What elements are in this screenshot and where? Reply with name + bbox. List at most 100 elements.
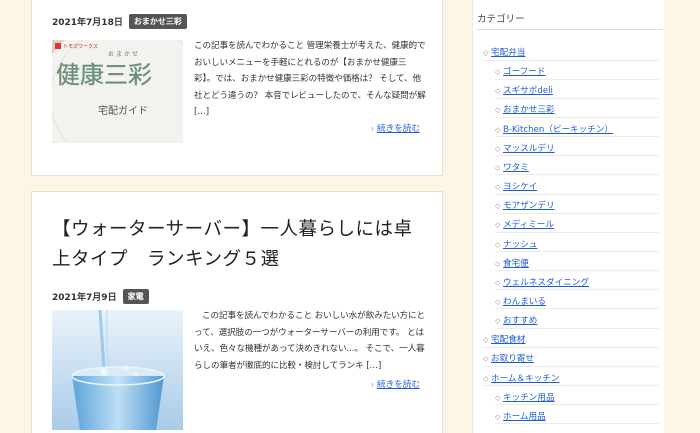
category-tag-icon: ◇ [495,87,501,96]
sidebar-category-label[interactable]: わんまいる [503,297,546,307]
category-divider [495,289,659,291]
category-tag-icon: ◇ [495,183,501,192]
sidebar-category-label[interactable]: おすすめ [503,316,537,326]
brand-text: トモズワークス [63,43,98,50]
sidebar-category-item[interactable]: ◇ B-Kitchen（ビーキッチン） [495,123,613,135]
sidebar-category-label[interactable]: ホーム＆キッチン [491,374,560,384]
sidebar-heading: カテゴリー [477,14,525,25]
category-divider [495,251,659,252]
sidebar-category-label[interactable]: 宅配弁当 [491,48,525,58]
category-divider [495,308,659,310]
post-meta: 2021年7月18日 おまかせ三彩 [52,14,187,29]
sidebar-category-label[interactable]: 宅配食材 [491,335,525,345]
sidebar-category-label[interactable]: モアザンデリ [503,201,555,211]
brand-sub-text: 宅配ガイド [98,104,148,117]
sidebar-category-item[interactable]: ◇ 宅配弁当 [483,46,525,58]
sidebar-category-label[interactable]: ワタミ [503,163,529,173]
category-tag-icon: ◇ [495,259,501,268]
category-tag-icon: ◇ [495,221,501,230]
sidebar-category-item[interactable]: ◇ マッスルデリ [495,142,555,154]
chevron-right-icon: › [370,380,375,389]
brand-small-text: おまかせ [108,51,140,58]
category-divider [483,346,659,348]
sidebar-category-item[interactable]: ◇ モアザンデリ [495,199,555,211]
sidebar-category-label[interactable]: メディミール [503,220,554,230]
sidebar-category-label[interactable]: マッスルデリ [503,144,555,154]
sidebar-category-item[interactable]: ◇ お取り寄せ [483,352,534,364]
post-excerpt: この記事を読んでわかること おいしい水が飲みたい方にとって、選択肢の一つがウォー… [194,311,426,371]
post-thumbnail[interactable]: トモズワークス おまかせ 健康三彩 宅配ガイド [52,40,183,143]
sidebar-category-label[interactable]: 食宅便 [503,259,529,269]
sidebar-category-item[interactable]: ◇ ナッシュ [495,238,537,250]
category-divider [495,231,659,233]
sidebar-category-item[interactable]: ◇ おすすめ [495,314,537,326]
sidebar: カテゴリー ◇ 宅配弁当 ◇ ゴーフード ◇ スギサポdeli ◇ おまかせ三彩 ◇ B-Kitc… [472,0,664,433]
category-divider [495,193,659,195]
sidebar-category-item[interactable]: ◇ メディミール [495,218,554,230]
sidebar-category-item[interactable]: ◇ わんまいる [495,295,546,307]
read-more-link[interactable]: › 続きを読む [371,122,420,134]
read-more-link[interactable]: › 続きを読む [371,378,420,390]
category-divider [495,155,659,157]
category-tag-icon: ◇ [483,49,489,57]
category-divider [495,78,659,80]
sidebar-category-item[interactable]: ◇ おまかせ三彩 [495,103,555,115]
category-divider [495,212,659,214]
category-divider [483,365,659,367]
sidebar-category-label[interactable]: おまかせ三彩 [503,105,555,115]
sidebar-category-item[interactable]: ◇ ホーム用品 [495,410,546,422]
sidebar-category-label[interactable]: ナッシュ [503,240,537,250]
category-tag-icon: ◇ [495,163,501,172]
kenko-sansai-plate-image: トモズワークス おまかせ 健康三彩 宅配ガイド [52,40,183,143]
sidebar-category-item[interactable]: ◇ ヨシケイ [495,180,537,192]
sidebar-category-item[interactable]: ◇ ホーム＆キッチン [483,372,560,384]
category-tag-icon: ◇ [495,144,501,153]
sidebar-category-label[interactable]: キッチン用品 [503,393,555,403]
category-tag-icon: ◇ [495,412,501,421]
post-excerpt: この記事を読んでわかること 管理栄養士が考えた、健康的でおいしいメニューを手軽に… [194,41,426,118]
post-card-water-server: 【ウォーターサーバー】一人暮らしには卓上タイプ ランキング５選 2021年7月9… [31,191,443,433]
post-thumbnail[interactable] [52,310,183,430]
category-tag-icon: ◇ [495,125,501,134]
sidebar-category-label[interactable]: お取り寄せ [491,354,534,364]
category-divider [495,136,659,138]
category-tag-icon: ◇ [483,355,489,364]
category-tag-icon: ◇ [495,106,501,115]
sidebar-category-label[interactable]: ホーム用品 [503,412,546,422]
sidebar-category-label[interactable]: ウェルネスダイニング [503,278,589,288]
sidebar-category-item[interactable]: ◇ 宅配食材 [483,333,525,345]
sidebar-category-item[interactable]: ◇ キッチン用品 [495,391,555,403]
category-divider [495,327,659,329]
sidebar-category-label[interactable]: スギサポdeli [503,86,553,96]
sidebar-category-item[interactable]: ◇ 食宅便 [495,257,529,269]
chevron-right-icon: › [370,124,375,133]
sidebar-heading-divider [477,29,663,30]
sidebar-category-item[interactable]: ◇ ゴーフード [495,65,545,77]
category-divider [495,174,659,176]
category-tag-icon: ◇ [495,393,501,402]
category-tag-icon: ◇ [495,297,501,306]
post-title[interactable]: 【ウォーターサーバー】一人暮らしには卓上タイプ ランキング５選 [52,215,427,275]
sidebar-category-item[interactable]: ◇ ワタミ [495,161,529,173]
category-divider [495,404,659,406]
category-tag-icon: ◇ [483,336,489,345]
category-tag-icon: ◇ [495,240,501,249]
post-card-kenko-sansai: 2021年7月18日 おまかせ三彩 トモズワークス おまかせ 健康三彩 宅配ガイ… [31,0,443,176]
brand-main-text: 健康三彩 [56,61,152,89]
sidebar-category-label[interactable]: ゴーフード [503,67,545,77]
category-divider [495,270,659,272]
category-tag-icon: ◇ [495,317,501,326]
category-tag-icon: ◇ [483,374,489,383]
sidebar-category-item[interactable]: ◇ ウェルネスダイニング [495,276,589,288]
category-badge[interactable]: 家電 [122,289,149,304]
water-glass-image [52,310,183,430]
sidebar-category-label[interactable]: ヨシケイ [503,182,537,192]
category-badge[interactable]: おまかせ三彩 [128,14,187,29]
category-divider [495,97,659,99]
category-divider [495,423,659,425]
post-meta: 2021年7月9日 家電 [52,289,149,304]
sidebar-category-item[interactable]: ◇ スギサポdeli [495,84,553,96]
category-divider [483,385,659,387]
post-date: 2021年7月9日 [52,293,117,303]
sidebar-category-label[interactable]: B-Kitchen（ビーキッチン） [503,125,613,135]
